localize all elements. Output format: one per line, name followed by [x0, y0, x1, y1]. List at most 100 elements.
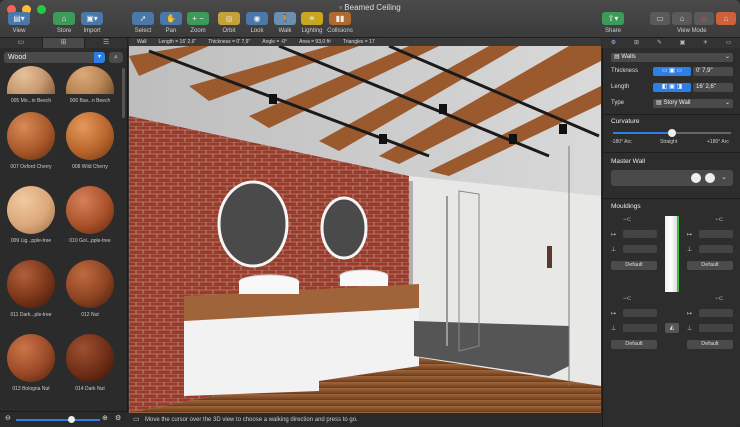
side-a-swatch[interactable] [691, 173, 701, 183]
thickness-alignment-buttons[interactable]: ▭ ▣ ▭ [653, 67, 691, 76]
material-name: 010 Gol...pple-tree [69, 238, 111, 244]
select-tool[interactable]: ➚ Select [128, 12, 158, 34]
walk-icon: 🚶 [274, 12, 296, 25]
object-type-select[interactable]: ▤ Walls ⌄ [611, 53, 733, 62]
gear-icon[interactable]: ⚙ [115, 414, 121, 422]
tab-info[interactable]: ▭ [717, 38, 740, 48]
chevron-down-icon: ⌄ [721, 174, 727, 181]
moulding-top-right-height[interactable] [699, 245, 733, 253]
length-field[interactable]: 16' 2,6" [693, 83, 733, 92]
chevron-down-icon: ▾ [94, 52, 105, 63]
slider-knob[interactable] [68, 416, 75, 423]
import-button[interactable]: ▣▾ Import [77, 12, 107, 34]
tab-material[interactable]: ✎ [648, 38, 671, 48]
material-item[interactable]: 005 Mo...in Beech [3, 66, 59, 104]
length-anchor-buttons[interactable]: ◧ ▣ ◨ [653, 83, 691, 92]
split-view-icon[interactable]: ⌂ [672, 12, 692, 25]
inspector-panel: ▤ Walls ⌄ Thickness ▭ ▣ ▭ 0' 7,9" Length … [602, 48, 740, 427]
material-name: 012 Nut [81, 312, 99, 318]
material-item[interactable]: 007 Oxford Cherry [3, 112, 59, 170]
library-tabs: ▭ ⊞ ☰ [0, 38, 129, 48]
moulding-bottom-left-field[interactable] [623, 309, 657, 317]
wall-type-select[interactable]: ▤ Story Wall ⌄ [653, 99, 733, 108]
elevation-icon[interactable]: ⌂ [694, 12, 714, 25]
thumbnail-size-slider[interactable] [16, 419, 100, 421]
moulding-bottom-right-field[interactable] [699, 309, 733, 317]
material-swatch [7, 186, 55, 234]
thickness-label: Thickness [611, 68, 639, 74]
material-item[interactable]: 014 Dark Nut [62, 334, 118, 392]
material-item[interactable]: 010 Gol...pple-tree [62, 186, 118, 244]
curvature-fill [613, 132, 672, 134]
tab-catalog[interactable]: ▭ [0, 38, 43, 48]
curvature-knob[interactable] [668, 129, 676, 137]
pan-tool[interactable]: ✋ Pan [156, 12, 186, 34]
2d-plan-icon[interactable]: ▭ [650, 12, 670, 25]
library-scrollbar[interactable] [122, 68, 125, 118]
3d-view[interactable] [129, 46, 601, 413]
chevron-down-icon: ⌄ [724, 54, 730, 60]
view-button[interactable]: ▤▾ View [4, 12, 34, 34]
orbit-tool[interactable]: ◎ Orbit [214, 12, 244, 34]
moulding-bottom-left-height[interactable] [623, 324, 657, 332]
master-wall-selector[interactable]: ⌄ [611, 170, 733, 186]
tab-properties[interactable]: ⚙ [602, 38, 625, 48]
materials-library: Wood ▾ ⌕ 005 Mo...in Beech 006 Bav...n Be… [0, 48, 128, 427]
material-item[interactable]: 008 Wild Cherry [62, 112, 118, 170]
eye-icon: ◉ [246, 12, 268, 25]
zoom-out-icon[interactable]: ⊖ [5, 414, 11, 422]
material-name: 013 Bologna Nut [12, 386, 50, 392]
zoom-in-icon[interactable]: ⊕ [102, 414, 108, 422]
walk-label: Walk [278, 28, 292, 34]
3d-view-icon[interactable]: ⌂ [716, 12, 736, 25]
moulding-top-left-field[interactable] [623, 230, 657, 238]
look-label: Look [250, 28, 264, 34]
default-button[interactable]: Default [611, 261, 657, 270]
material-item[interactable]: 013 Bologna Nut [3, 334, 59, 392]
tab-camera[interactable]: ▣ [671, 38, 694, 48]
tab-materials[interactable]: ⊞ [42, 38, 86, 48]
material-item[interactable]: 009 Lig...pple-tree [3, 186, 59, 244]
default-button[interactable]: Default [687, 261, 733, 270]
material-item[interactable]: 011 Dark...ple-tree [3, 260, 59, 318]
material-item[interactable]: 006 Bav...n Beech [62, 66, 118, 104]
floor-moulding-icon[interactable]: ◭ [665, 323, 679, 333]
material-swatch [7, 334, 55, 382]
curvature-max-label: +180° Arc [707, 139, 729, 145]
zoom-tool[interactable]: + − Zoom [183, 12, 213, 34]
material-name: 005 Mo...in Beech [10, 98, 52, 104]
tab-size[interactable]: ⊞ [625, 38, 648, 48]
chevron-down-icon: ⌄ [724, 100, 730, 106]
material-name: 014 Dark Nut [75, 386, 105, 392]
material-swatch [7, 112, 55, 160]
walk-tool[interactable]: 🚶 Walk [270, 12, 300, 34]
search-icon[interactable]: ⌕ [109, 52, 123, 63]
baseboard-icon: −⊂ [715, 296, 724, 302]
height-icon: ⊥ [611, 247, 617, 253]
side-b-swatch[interactable] [705, 173, 715, 183]
moulding-bottom-right-height[interactable] [699, 324, 733, 332]
baseboard-icon: −⊂ [623, 296, 632, 302]
lighting-toggle[interactable]: ☀ Lighting [297, 12, 327, 34]
moulding-top-left-height[interactable] [623, 245, 657, 253]
crown-moulding-icon: −⊂ [623, 217, 632, 223]
length-label: Length [611, 84, 630, 90]
info-type: Wall [137, 39, 147, 45]
collisions-toggle[interactable]: ▮▮ Collisions [325, 12, 355, 34]
window-title-text: Beamed Ceiling [344, 3, 401, 12]
crown-moulding-icon: −⊂ [715, 217, 724, 223]
material-name: 011 Dark...ple-tree [10, 312, 52, 318]
category-select[interactable]: Wood ▾ [4, 52, 105, 63]
material-item[interactable]: 012 Nut [62, 260, 118, 318]
default-button[interactable]: Default [611, 340, 657, 349]
thickness-field[interactable]: 0' 7,9" [693, 67, 733, 76]
moulding-top-right-field[interactable] [699, 230, 733, 238]
default-button[interactable]: Default [687, 340, 733, 349]
tab-list[interactable]: ☰ [85, 38, 129, 48]
share-button[interactable]: ⇪▾ Share [598, 12, 628, 34]
type-label: Type [611, 100, 625, 106]
tab-light[interactable]: ☀ [694, 38, 717, 48]
store-button[interactable]: ⌂ Store [49, 12, 79, 34]
look-tool[interactable]: ◉ Look [242, 12, 272, 34]
inspector-tabs: ⚙ ⊞ ✎ ▣ ☀ ▭ [602, 38, 740, 48]
